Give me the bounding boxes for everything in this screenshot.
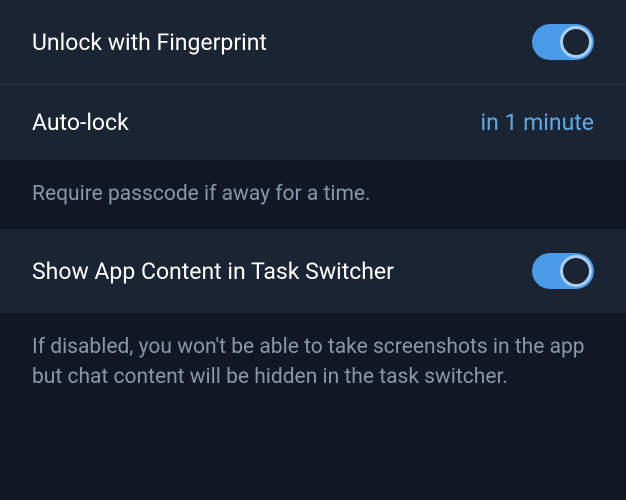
- fingerprint-row[interactable]: Unlock with Fingerprint: [0, 0, 626, 85]
- autolock-value: in 1 minute: [481, 109, 595, 136]
- toggle-knob-icon: [560, 255, 592, 287]
- task-switcher-label: Show App Content in Task Switcher: [32, 258, 394, 285]
- settings-section-top: Unlock with Fingerprint Auto-lock in 1 m…: [0, 0, 626, 160]
- fingerprint-toggle[interactable]: [532, 24, 594, 60]
- fingerprint-label: Unlock with Fingerprint: [32, 29, 267, 56]
- toggle-knob-icon: [560, 26, 592, 58]
- task-switcher-help-text: If disabled, you won't be able to take s…: [0, 313, 626, 412]
- autolock-help-text: Require passcode if away for a time.: [0, 160, 626, 229]
- settings-section-bottom: Show App Content in Task Switcher: [0, 229, 626, 313]
- autolock-row[interactable]: Auto-lock in 1 minute: [0, 85, 626, 160]
- task-switcher-toggle[interactable]: [532, 253, 594, 289]
- task-switcher-row[interactable]: Show App Content in Task Switcher: [0, 229, 626, 313]
- autolock-label: Auto-lock: [32, 109, 129, 136]
